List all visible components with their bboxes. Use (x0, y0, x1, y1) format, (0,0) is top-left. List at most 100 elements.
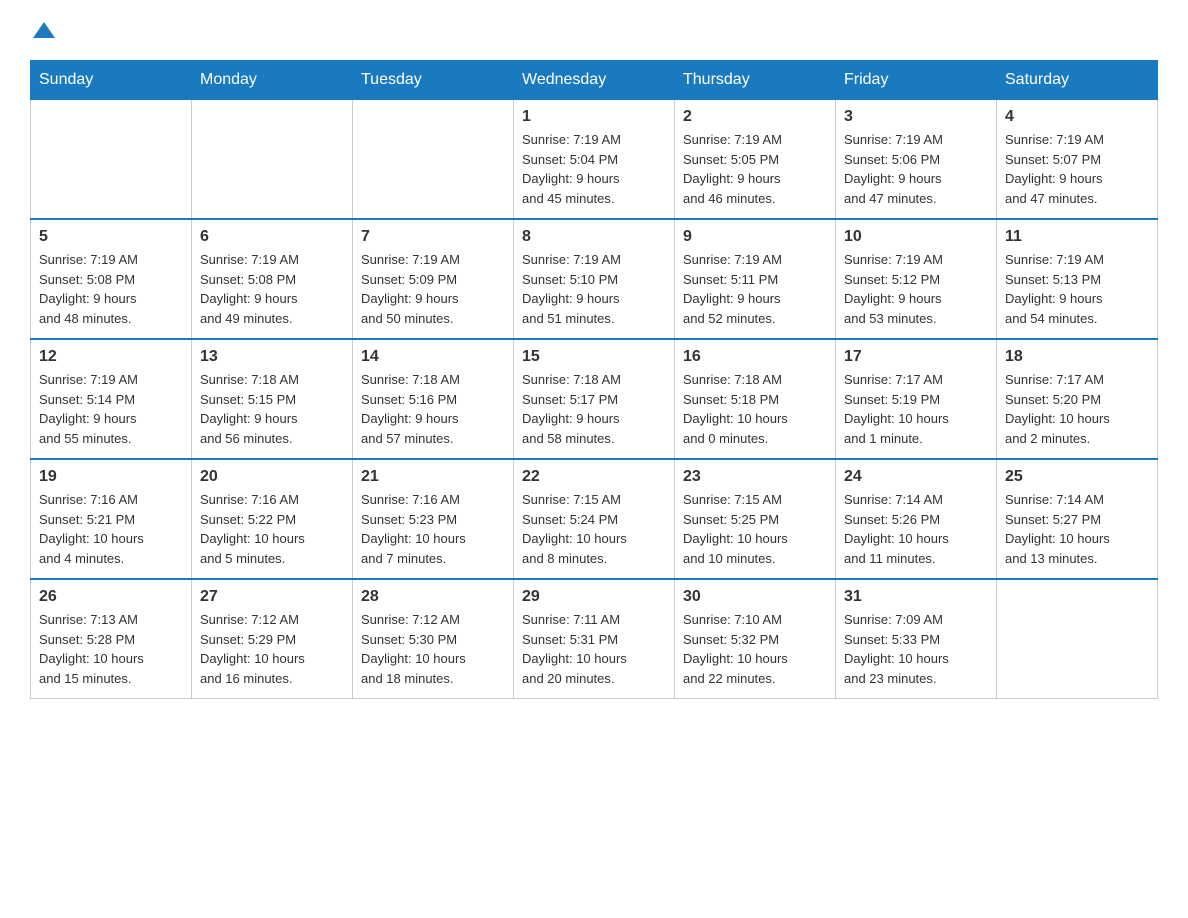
calendar-cell: 24 Sunrise: 7:14 AM Sunset: 5:26 PM Dayli… (836, 459, 997, 579)
day-info: Sunrise: 7:18 AM Sunset: 5:16 PM Dayligh… (361, 370, 505, 448)
day-info: Sunrise: 7:15 AM Sunset: 5:25 PM Dayligh… (683, 490, 827, 568)
calendar-cell: 12 Sunrise: 7:19 AM Sunset: 5:14 PM Dayli… (31, 339, 192, 459)
day-info: Sunrise: 7:16 AM Sunset: 5:21 PM Dayligh… (39, 490, 183, 568)
day-number: 19 (39, 468, 183, 486)
day-number: 18 (1005, 348, 1149, 366)
day-number: 25 (1005, 468, 1149, 486)
day-info: Sunrise: 7:14 AM Sunset: 5:27 PM Dayligh… (1005, 490, 1149, 568)
day-number: 3 (844, 108, 988, 126)
day-info: Sunrise: 7:10 AM Sunset: 5:32 PM Dayligh… (683, 610, 827, 688)
day-number: 30 (683, 588, 827, 606)
calendar-cell: 21 Sunrise: 7:16 AM Sunset: 5:23 PM Dayli… (353, 459, 514, 579)
calendar-cell: 5Sunrise: 7:19 AM Sunset: 5:08 PM Daylig… (31, 219, 192, 339)
day-info: Sunrise: 7:16 AM Sunset: 5:22 PM Dayligh… (200, 490, 344, 568)
day-header-saturday: Saturday (997, 61, 1158, 100)
calendar-header-row: SundayMondayTuesdayWednesdayThursdayFrid… (31, 61, 1158, 100)
day-header-monday: Monday (192, 61, 353, 100)
day-number: 29 (522, 588, 666, 606)
calendar-week-row: 19 Sunrise: 7:16 AM Sunset: 5:21 PM Dayli… (31, 459, 1158, 579)
calendar-cell: 18Sunrise: 7:17 AM Sunset: 5:20 PM Dayli… (997, 339, 1158, 459)
calendar-cell: 1 Sunrise: 7:19 AM Sunset: 5:04 PM Daylig… (514, 100, 675, 220)
day-number: 21 (361, 468, 505, 486)
day-info: Sunrise: 7:19 AM Sunset: 5:08 PM Dayligh… (200, 250, 344, 328)
calendar-week-row: 5 Sunrise: 7:19 AM Sunset: 5:08 PM Daylig… (31, 219, 1158, 339)
day-header-thursday: Thursday (675, 61, 836, 100)
day-number: 13 (200, 348, 344, 366)
day-info: Sunrise: 7:19 AM Sunset: 5:04 PM Dayligh… (522, 130, 666, 208)
day-header-tuesday: Tuesday (353, 61, 514, 100)
calendar-cell: 23 Sunrise: 7:15 AM Sunset: 5:25 PM Dayli… (675, 459, 836, 579)
day-number: 12 (39, 348, 183, 366)
day-info: Sunrise: 7:18 AM Sunset: 5:17 PM Dayligh… (522, 370, 666, 448)
calendar-cell: 8 Sunrise: 7:19 AM Sunset: 5:10 PM Daylig… (514, 219, 675, 339)
day-header-wednesday: Wednesday (514, 61, 675, 100)
day-info: Sunrise: 7:19 AM Sunset: 5:13 PM Dayligh… (1005, 250, 1149, 328)
calendar-cell: 10Sunrise: 7:19 AM Sunset: 5:12 PM Dayli… (836, 219, 997, 339)
calendar-cell: 14 Sunrise: 7:18 AM Sunset: 5:16 PM Dayli… (353, 339, 514, 459)
page-header (30, 20, 1158, 40)
calendar-cell: 26 Sunrise: 7:13 AM Sunset: 5:28 PM Dayli… (31, 579, 192, 699)
day-number: 9 (683, 228, 827, 246)
day-number: 14 (361, 348, 505, 366)
day-info: Sunrise: 7:12 AM Sunset: 5:29 PM Dayligh… (200, 610, 344, 688)
day-number: 10 (844, 228, 988, 246)
day-info: Sunrise: 7:13 AM Sunset: 5:28 PM Dayligh… (39, 610, 183, 688)
day-info: Sunrise: 7:19 AM Sunset: 5:14 PM Dayligh… (39, 370, 183, 448)
logo-triangle-icon (33, 20, 55, 40)
day-number: 11 (1005, 228, 1149, 246)
calendar-cell: 30 Sunrise: 7:10 AM Sunset: 5:32 PM Dayli… (675, 579, 836, 699)
calendar-cell: 6 Sunrise: 7:19 AM Sunset: 5:08 PM Daylig… (192, 219, 353, 339)
calendar-cell: 15 Sunrise: 7:18 AM Sunset: 5:17 PM Dayli… (514, 339, 675, 459)
day-info: Sunrise: 7:09 AM Sunset: 5:33 PM Dayligh… (844, 610, 988, 688)
day-number: 22 (522, 468, 666, 486)
day-header-sunday: Sunday (31, 61, 192, 100)
day-number: 26 (39, 588, 183, 606)
calendar-cell: 16Sunrise: 7:18 AM Sunset: 5:18 PM Dayli… (675, 339, 836, 459)
day-number: 17 (844, 348, 988, 366)
calendar-cell: 13 Sunrise: 7:18 AM Sunset: 5:15 PM Dayli… (192, 339, 353, 459)
calendar-cell (353, 100, 514, 220)
day-info: Sunrise: 7:16 AM Sunset: 5:23 PM Dayligh… (361, 490, 505, 568)
day-info: Sunrise: 7:19 AM Sunset: 5:09 PM Dayligh… (361, 250, 505, 328)
day-info: Sunrise: 7:18 AM Sunset: 5:15 PM Dayligh… (200, 370, 344, 448)
day-info: Sunrise: 7:17 AM Sunset: 5:19 PM Dayligh… (844, 370, 988, 448)
day-number: 5 (39, 228, 183, 246)
calendar-cell: 28Sunrise: 7:12 AM Sunset: 5:30 PM Dayli… (353, 579, 514, 699)
day-number: 16 (683, 348, 827, 366)
calendar-cell: 9 Sunrise: 7:19 AM Sunset: 5:11 PM Daylig… (675, 219, 836, 339)
day-number: 1 (522, 108, 666, 126)
calendar-cell: 31 Sunrise: 7:09 AM Sunset: 5:33 PM Dayli… (836, 579, 997, 699)
day-info: Sunrise: 7:15 AM Sunset: 5:24 PM Dayligh… (522, 490, 666, 568)
day-number: 31 (844, 588, 988, 606)
calendar-cell (31, 100, 192, 220)
day-info: Sunrise: 7:12 AM Sunset: 5:30 PM Dayligh… (361, 610, 505, 688)
day-number: 27 (200, 588, 344, 606)
day-info: Sunrise: 7:19 AM Sunset: 5:06 PM Dayligh… (844, 130, 988, 208)
day-info: Sunrise: 7:19 AM Sunset: 5:10 PM Dayligh… (522, 250, 666, 328)
day-info: Sunrise: 7:11 AM Sunset: 5:31 PM Dayligh… (522, 610, 666, 688)
day-number: 4 (1005, 108, 1149, 126)
day-number: 23 (683, 468, 827, 486)
day-info: Sunrise: 7:14 AM Sunset: 5:26 PM Dayligh… (844, 490, 988, 568)
logo (30, 20, 55, 40)
day-number: 7 (361, 228, 505, 246)
calendar-cell: 27 Sunrise: 7:12 AM Sunset: 5:29 PM Dayli… (192, 579, 353, 699)
day-info: Sunrise: 7:19 AM Sunset: 5:05 PM Dayligh… (683, 130, 827, 208)
calendar-cell: 2Sunrise: 7:19 AM Sunset: 5:05 PM Daylig… (675, 100, 836, 220)
day-header-friday: Friday (836, 61, 997, 100)
day-number: 6 (200, 228, 344, 246)
calendar-cell: 4 Sunrise: 7:19 AM Sunset: 5:07 PM Daylig… (997, 100, 1158, 220)
calendar-cell: 7 Sunrise: 7:19 AM Sunset: 5:09 PM Daylig… (353, 219, 514, 339)
day-number: 24 (844, 468, 988, 486)
day-number: 8 (522, 228, 666, 246)
day-number: 15 (522, 348, 666, 366)
calendar-cell (192, 100, 353, 220)
day-info: Sunrise: 7:19 AM Sunset: 5:11 PM Dayligh… (683, 250, 827, 328)
day-info: Sunrise: 7:19 AM Sunset: 5:07 PM Dayligh… (1005, 130, 1149, 208)
calendar-cell (997, 579, 1158, 699)
calendar-cell: 22 Sunrise: 7:15 AM Sunset: 5:24 PM Dayli… (514, 459, 675, 579)
calendar-cell: 19 Sunrise: 7:16 AM Sunset: 5:21 PM Dayli… (31, 459, 192, 579)
calendar-cell: 29 Sunrise: 7:11 AM Sunset: 5:31 PM Dayli… (514, 579, 675, 699)
day-number: 20 (200, 468, 344, 486)
calendar-cell: 17 Sunrise: 7:17 AM Sunset: 5:19 PM Dayli… (836, 339, 997, 459)
